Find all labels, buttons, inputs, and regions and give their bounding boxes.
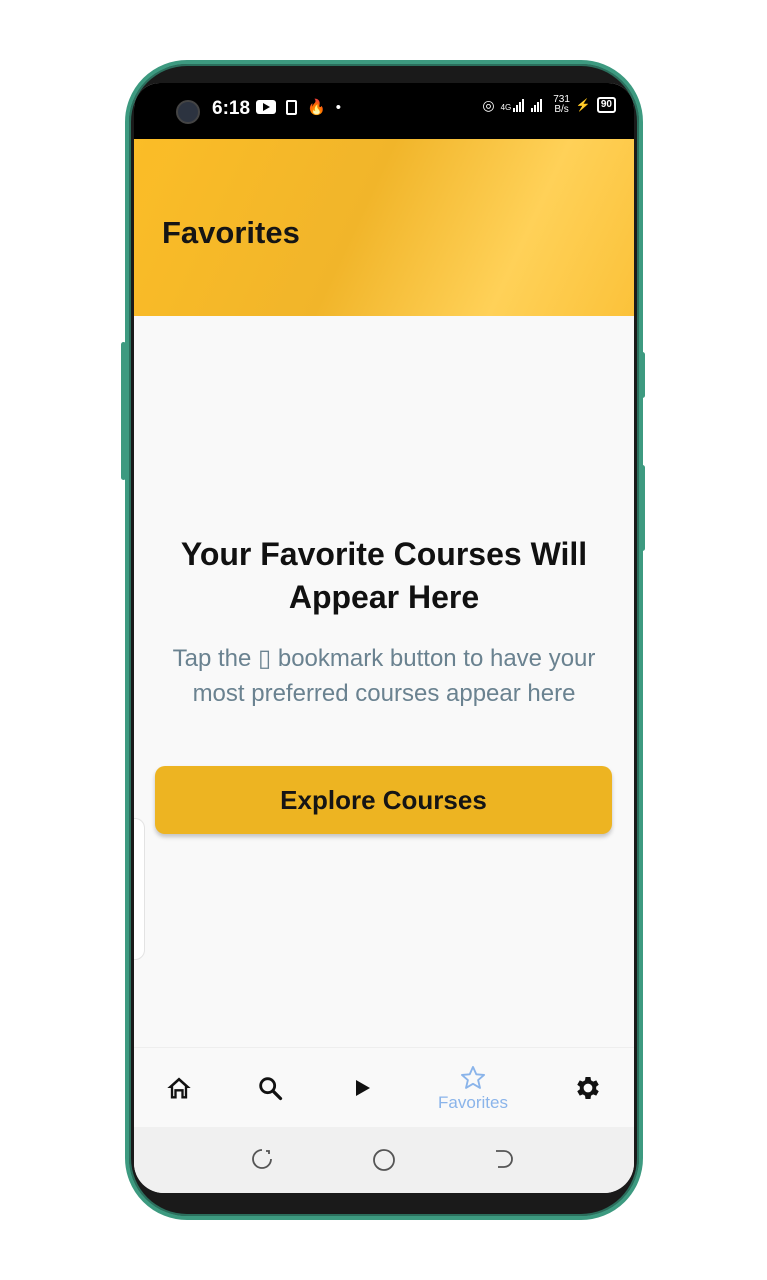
status-time: 6:18 (212, 98, 251, 119)
empty-state-subtitle: Tap the ▯ bookmark button to have your m… (172, 645, 596, 707)
page-title: Favorites (162, 215, 300, 250)
signal-icon: 4G (501, 98, 548, 112)
gear-icon (577, 1077, 599, 1099)
more-notifications-dot-icon: • (335, 98, 341, 116)
recents-icon[interactable] (250, 1147, 274, 1171)
front-camera (176, 100, 200, 124)
battery-level: 90 (596, 97, 616, 113)
search-icon (259, 1077, 283, 1101)
back-icon[interactable] (492, 1147, 516, 1171)
phone-side-button-left (121, 342, 126, 480)
home-icon (167, 1077, 191, 1099)
notification-icons: 🔥 • (256, 98, 341, 116)
side-drawer-handle[interactable] (134, 818, 145, 960)
nav-home[interactable] (159, 1048, 199, 1128)
bottom-navigation: Favorites (134, 1047, 634, 1128)
hotspot-icon: ◎ (482, 96, 495, 113)
document-icon (286, 99, 297, 115)
app-header: Favorites (134, 139, 634, 316)
status-bar: 6:18 🔥 • ◎ 4G 731 B/s ⚡ 90 (134, 83, 634, 139)
net-speed: 731 B/s (553, 95, 570, 115)
nav-play[interactable] (342, 1048, 382, 1128)
net-speed-unit: B/s (554, 104, 569, 115)
nav-search[interactable] (250, 1048, 290, 1128)
app-screen: 6:18 🔥 • ◎ 4G 731 B/s ⚡ 90 Favorites You… (134, 83, 634, 1193)
empty-state-title: Your Favorite Courses Will Appear Here (180, 536, 588, 615)
youtube-icon (256, 100, 276, 114)
home-circle-icon[interactable] (371, 1147, 397, 1173)
network-type: 4G (500, 103, 512, 112)
system-navigation-bar (134, 1127, 634, 1193)
flame-icon: 🔥 (307, 99, 326, 116)
status-right-icons: ◎ 4G 731 B/s ⚡ 90 (482, 95, 616, 115)
play-icon (356, 1080, 370, 1096)
explore-courses-button[interactable]: Explore Courses (155, 766, 612, 834)
charging-icon: ⚡ (575, 98, 591, 112)
nav-favorites-label: Favorites (438, 1092, 508, 1112)
phone-side-button-right-top (640, 352, 645, 398)
phone-side-button-right (640, 465, 645, 551)
nav-settings[interactable] (568, 1048, 608, 1128)
nav-favorites[interactable]: Favorites (428, 1048, 518, 1128)
star-icon (460, 1065, 486, 1089)
